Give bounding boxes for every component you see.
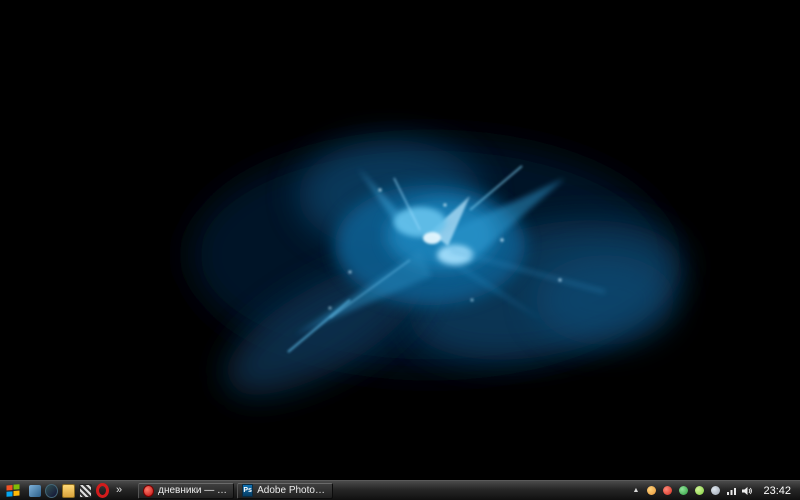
window-title: дневники — Le ch...: [158, 485, 229, 496]
tray-gray-icon[interactable]: [709, 485, 721, 497]
quick-launch-overflow-chevron[interactable]: »: [113, 485, 125, 496]
taskbar-clock[interactable]: 23:42: [757, 485, 795, 497]
taskbar: » дневники — Le ch... Ps Adobe Photoshop…: [0, 480, 800, 500]
taskbar-window-diary[interactable]: дневники — Le ch...: [138, 482, 235, 499]
wallpaper-art: [0, 0, 800, 480]
tray-lightgreen-icon[interactable]: [693, 485, 705, 497]
desktop: [0, 0, 800, 480]
window-title: Adobe Photoshop C...: [257, 485, 328, 496]
checkerboard-app-icon[interactable]: [79, 483, 92, 498]
browser-icon[interactable]: [45, 483, 58, 498]
taskbar-window-photoshop[interactable]: Ps Adobe Photoshop C...: [237, 482, 334, 499]
opera-icon[interactable]: [96, 483, 109, 498]
system-tray: ▲ 23:42: [631, 485, 797, 497]
volume-icon[interactable]: [741, 485, 753, 497]
diary-red-icon: [143, 484, 155, 497]
start-button[interactable]: [3, 482, 23, 499]
task-buttons: дневники — Le ch... Ps Adobe Photoshop C…: [138, 482, 334, 499]
media-player-icon[interactable]: [28, 484, 41, 497]
windows-logo-icon: [6, 483, 20, 497]
tray-red-icon[interactable]: [661, 485, 673, 497]
quick-launch-bar: »: [23, 483, 130, 498]
folder-icon[interactable]: [62, 483, 75, 498]
tray-collapse-arrow[interactable]: ▲: [631, 487, 642, 494]
tray-green-icon[interactable]: [677, 485, 689, 497]
network-icon[interactable]: [725, 485, 737, 497]
tray-orange-icon[interactable]: [645, 485, 657, 497]
photoshop-icon: Ps: [242, 484, 254, 497]
